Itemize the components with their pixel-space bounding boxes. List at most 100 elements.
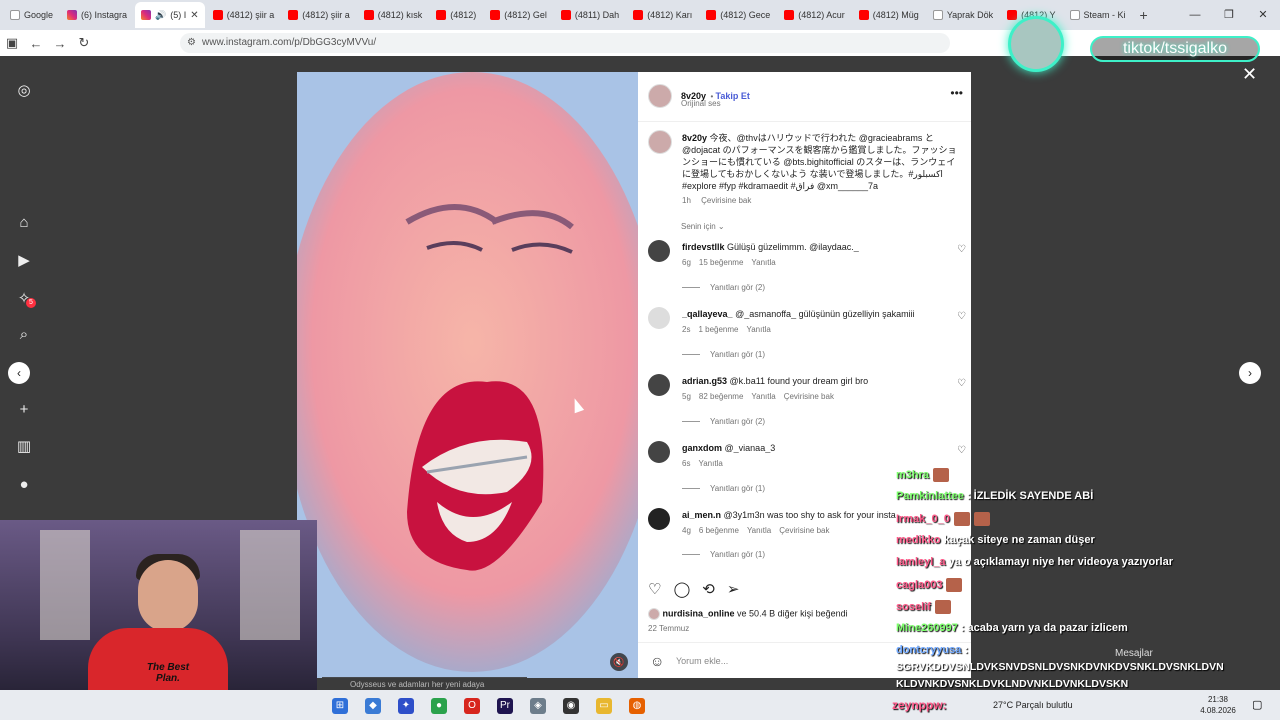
window-controls: — ❐ ✕ xyxy=(1178,0,1280,30)
tab-instagram-active[interactable]: 🔊 (5) I ✕ xyxy=(135,2,205,28)
app-icon[interactable]: ✦ xyxy=(398,698,414,714)
tab-google[interactable]: Google xyxy=(4,2,59,28)
comment-sort-dropdown[interactable]: Senin için ⌄ xyxy=(681,222,725,231)
youtube-icon xyxy=(1007,10,1018,20)
view-replies-link[interactable]: Yanıtları gör (1) xyxy=(682,484,765,493)
commenter-avatar[interactable] xyxy=(648,374,670,396)
create-icon[interactable]: + xyxy=(15,401,33,419)
likes-summary: nurdisina_online ve 50.4 B diğer kişi be… xyxy=(648,608,848,620)
chat-message: zeynppw: xyxy=(892,698,947,712)
commenter-avatar[interactable] xyxy=(648,441,670,463)
youtube-icon xyxy=(288,10,299,20)
weather-widget[interactable]: 27°C Parçalı bulutlu xyxy=(993,690,1073,720)
dashboard-icon[interactable]: ▥ xyxy=(15,438,33,456)
folder-icon[interactable]: ▭ xyxy=(596,698,612,714)
chat-message: Irmak_0_0 xyxy=(896,512,990,526)
view-replies-link[interactable]: Yanıtları gör (2) xyxy=(682,417,765,426)
like-comment-icon[interactable]: ♡ xyxy=(957,311,966,322)
chat-message: Pamkinlattee : İZLEDİK SAYENDE ABİ xyxy=(896,490,1094,502)
notifications-icon[interactable]: ▢ xyxy=(1252,698,1262,711)
reload-icon[interactable]: ↻ xyxy=(72,35,96,51)
emoji-icon[interactable]: ☺ xyxy=(650,643,664,679)
repost-icon[interactable]: ⟲ xyxy=(702,580,715,598)
new-tab-icon[interactable]: + xyxy=(1134,7,1154,23)
opera-icon[interactable]: O xyxy=(464,698,480,714)
maximize-icon[interactable]: ❐ xyxy=(1212,0,1246,30)
tab-youtube[interactable]: (4812) kısk xyxy=(358,2,429,28)
tab-steam[interactable]: Steam - Ki xyxy=(1064,2,1132,28)
chat-message: Mine260997 : acaba yarn ya da pazar izli… xyxy=(896,622,1128,634)
app-icon[interactable]: ◈ xyxy=(530,698,546,714)
share-icon[interactable]: ➢ xyxy=(727,580,740,598)
shirt-print: The Best Plan. xyxy=(146,662,190,684)
premiere-icon[interactable]: Pr xyxy=(497,698,513,714)
tab-youtube[interactable]: (4812) Acur xyxy=(778,2,851,28)
tab-youtube[interactable]: (4811) Dah xyxy=(555,2,625,28)
back-icon[interactable]: ← xyxy=(24,36,48,51)
caption-avatar[interactable] xyxy=(648,130,672,154)
emote-icon xyxy=(973,512,990,526)
browser-tab-bar: Google (6) Instagra 🔊 (5) I ✕ (4812) şiir … xyxy=(0,0,1280,30)
home-icon[interactable]: ⌂ xyxy=(15,214,33,232)
close-window-icon[interactable]: ✕ xyxy=(1246,0,1280,30)
tab-youtube[interactable]: (4812) şiir a xyxy=(207,2,281,28)
author-avatar[interactable] xyxy=(648,84,672,108)
profile-icon[interactable]: ● xyxy=(15,476,33,494)
firefox-icon[interactable]: ◍ xyxy=(629,698,645,714)
tab-youtube[interactable]: (4812) şiir a xyxy=(282,2,356,28)
close-tab-icon[interactable]: ✕ xyxy=(190,10,198,21)
like-comment-icon[interactable]: ♡ xyxy=(957,445,966,456)
view-replies-link[interactable]: Yanıtları gör (2) xyxy=(682,283,765,292)
next-post-button[interactable]: › xyxy=(1239,362,1261,384)
obs-icon[interactable]: ◉ xyxy=(563,698,579,714)
like-comment-icon[interactable]: ♡ xyxy=(957,244,966,255)
start-icon[interactable]: ⊞ xyxy=(332,698,348,714)
emote-icon xyxy=(933,468,950,482)
view-replies-link[interactable]: Yanıtları gör (1) xyxy=(682,350,765,359)
tab-youtube[interactable]: (4812) Müg xyxy=(853,2,925,28)
follow-button[interactable]: Takip Et xyxy=(716,91,750,101)
taskbar-clock[interactable]: 21:38 4.08.2026 xyxy=(1196,694,1240,716)
chrome-icon[interactable]: ● xyxy=(431,698,447,714)
search-icon[interactable]: ⌕ xyxy=(15,326,33,344)
post-media[interactable]: 🔇 xyxy=(297,72,638,678)
bookshelf xyxy=(40,530,90,640)
bookshelf xyxy=(240,530,300,640)
comment-icon[interactable]: ◯ xyxy=(673,580,690,598)
like-icon[interactable]: ♡ xyxy=(648,580,661,598)
tab-youtube[interactable]: (4812) xyxy=(430,2,482,28)
app-icon[interactable]: ◆ xyxy=(365,698,381,714)
caption-translate-link[interactable]: Çevirisine bak xyxy=(701,196,751,205)
chat-message-continued: KLDVNKDVSNKLDVKLNDVNKLDVNKLDVSKN xyxy=(896,678,1129,690)
sidebar-toggle-icon[interactable]: ▣ xyxy=(0,35,24,51)
tab-youtube[interactable]: (4812) Gel xyxy=(484,2,553,28)
previous-post-button[interactable]: ‹ xyxy=(8,362,30,384)
url-field[interactable]: ⚙ www.instagram.com/p/DbGG3cyMVVu/ xyxy=(180,33,950,53)
tab-web[interactable]: Yaprak Dök xyxy=(927,2,999,28)
more-options-icon[interactable]: ••• xyxy=(950,86,963,100)
youtube-icon xyxy=(633,10,644,20)
view-replies-link[interactable]: Yanıtları gör (1) xyxy=(682,550,765,559)
audio-label[interactable]: Orijinal ses xyxy=(681,99,721,108)
tab-youtube[interactable]: (4812) Gece xyxy=(700,2,776,28)
close-modal-icon[interactable]: ✕ xyxy=(1242,64,1257,85)
like-comment-icon[interactable]: ♡ xyxy=(957,378,966,389)
youtube-icon xyxy=(212,10,223,20)
site-info-icon[interactable]: ⚙ xyxy=(187,33,196,53)
instagram-logo-icon[interactable]: ◎ xyxy=(15,82,33,100)
youtube-icon xyxy=(363,10,374,20)
tab-instagram[interactable]: (6) Instagra xyxy=(61,2,133,28)
commenter-avatar[interactable] xyxy=(648,307,670,329)
tab-youtube[interactable]: (4812) Karı xyxy=(627,2,698,28)
forward-icon[interactable]: → xyxy=(48,36,72,51)
commenter-avatar[interactable] xyxy=(648,240,670,262)
minimize-icon[interactable]: — xyxy=(1178,0,1212,30)
messages-label[interactable]: Mesajlar xyxy=(1115,648,1153,659)
commenter-avatar[interactable] xyxy=(648,508,670,530)
mute-icon[interactable]: 🔇 xyxy=(610,653,628,671)
tiktok-avatar xyxy=(1008,16,1064,72)
instagram-icon xyxy=(141,10,152,20)
reels-icon[interactable]: ▶ xyxy=(15,252,33,270)
chat-message-continued: SGRVKDDVSNLDVKSNVDSNLDVSNKDVNKDVSNKLDVSN… xyxy=(896,661,1224,673)
chat-message: cagla003 xyxy=(896,578,963,592)
